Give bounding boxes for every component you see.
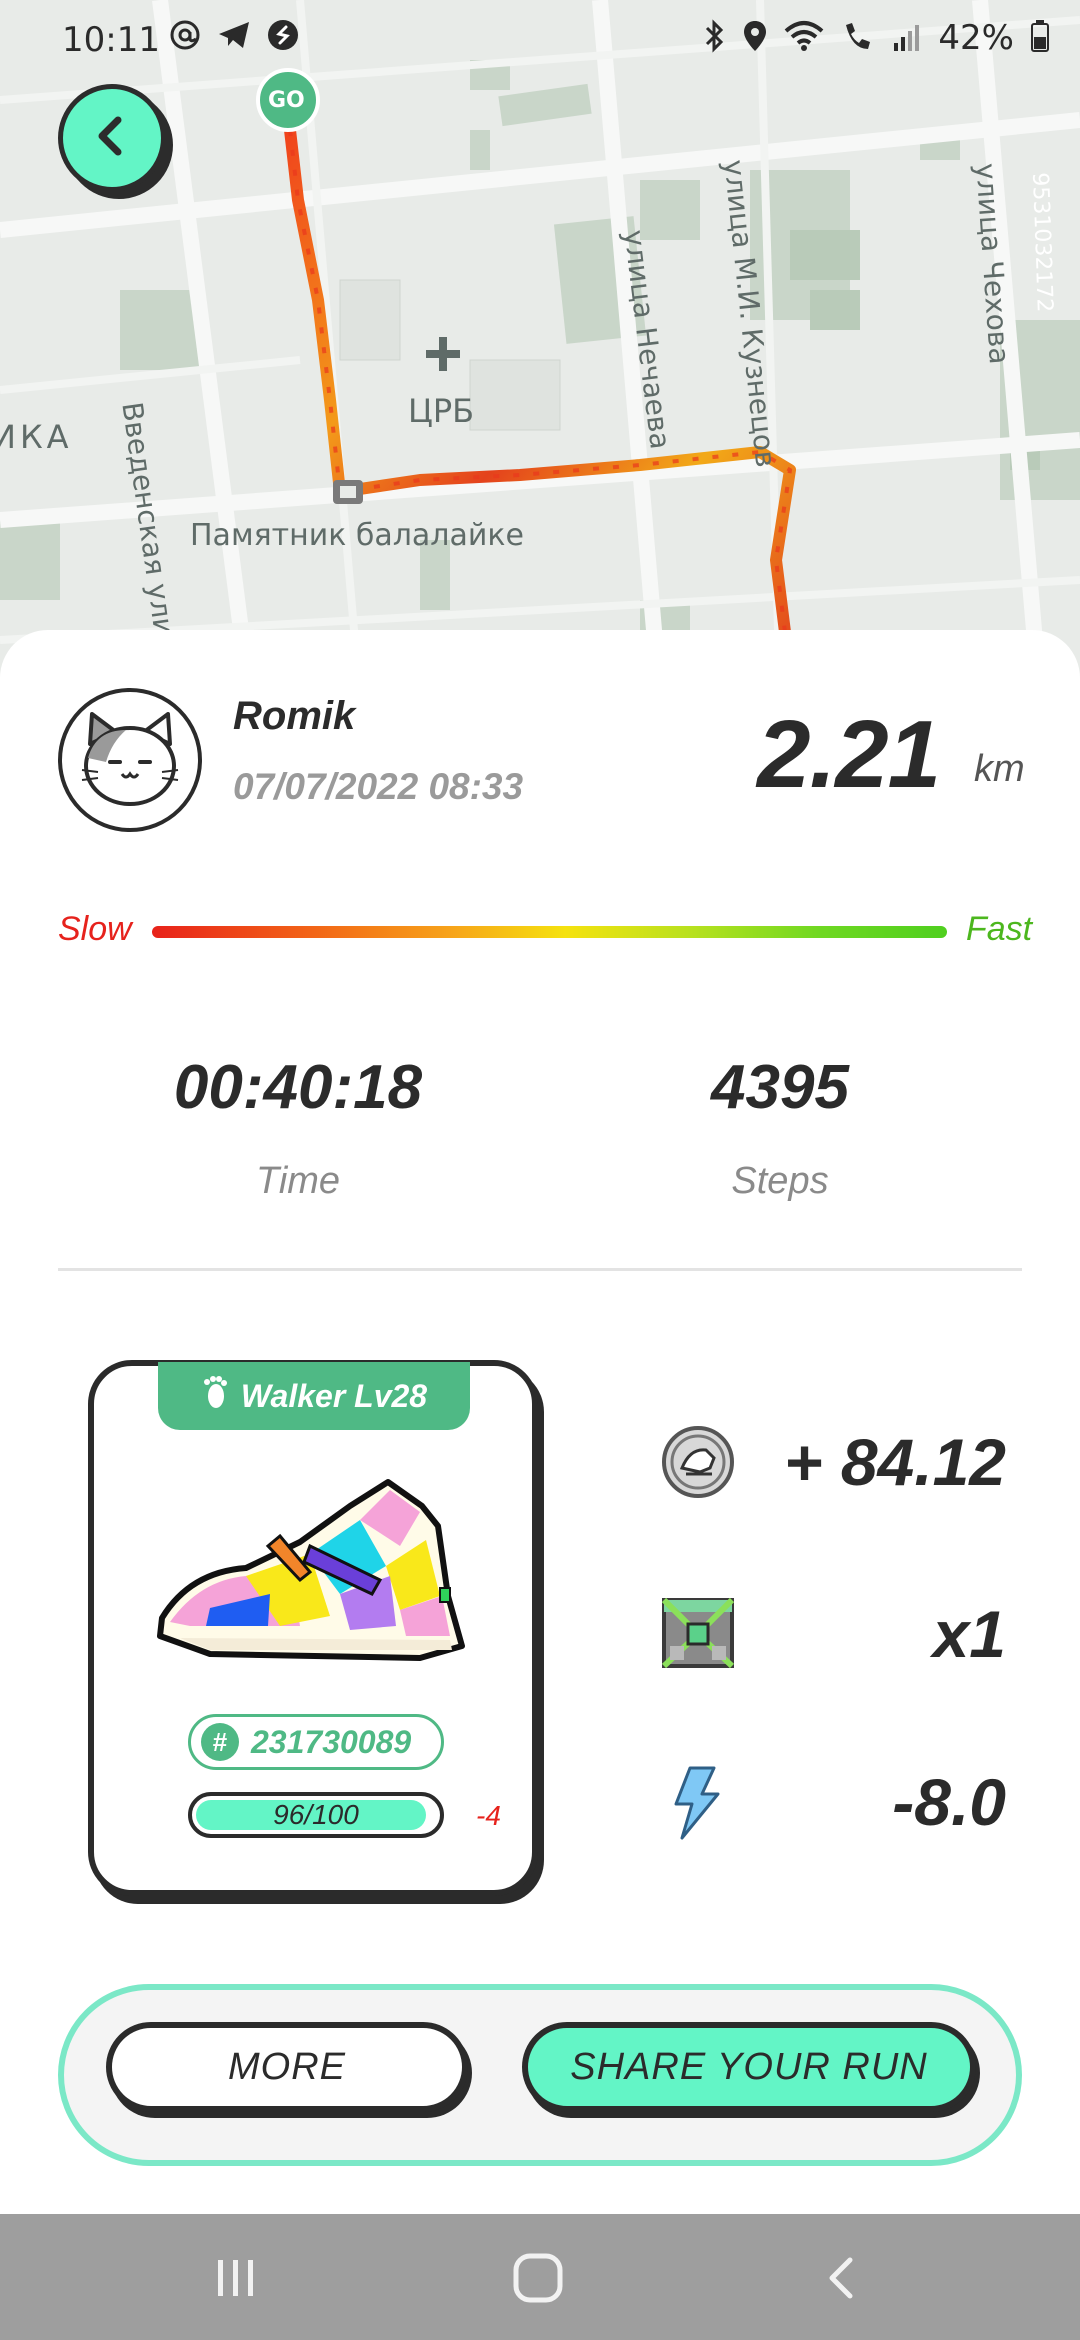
bluetooth-icon: [702, 18, 726, 58]
divider: [58, 1268, 1022, 1271]
go-marker-label: GO: [268, 88, 305, 113]
durability-text: 96/100: [273, 1799, 359, 1830]
avatar[interactable]: [58, 688, 202, 832]
speed-gradient-bar: [152, 926, 947, 938]
distance-unit: km: [974, 748, 1025, 790]
gst-earned-value: + 84.12: [783, 1425, 1006, 1499]
shazam-icon: [266, 18, 300, 57]
cat-avatar-icon: [81, 712, 179, 806]
durability-delta: -4: [476, 1800, 501, 1831]
map-label-monument: Памятник балалайке: [190, 518, 524, 553]
distance-value: 2.21: [757, 701, 941, 808]
action-container: MORE SHARE YOUR RUN: [58, 1984, 1022, 2166]
more-button[interactable]: MORE: [106, 2022, 468, 2112]
hash-icon: #: [201, 1723, 239, 1761]
recent-apps-button[interactable]: [206, 2248, 266, 2308]
steps-label: Steps: [731, 1160, 829, 1202]
speed-legend-fast: Fast: [966, 910, 1033, 948]
footprint-icon: [201, 1374, 229, 1418]
sneaker-card[interactable]: Walker Lv28 # 231730089 96/100 -4: [88, 1360, 538, 1896]
sneaker-image: [157, 1479, 465, 1661]
chevron-left-icon: [90, 114, 134, 163]
map-label-phone-number: 9531032172: [1027, 172, 1057, 313]
share-run-button[interactable]: SHARE YOUR RUN: [522, 2022, 976, 2112]
sneaker-id-pill: # 231730089: [188, 1714, 444, 1770]
user-name: Romik: [233, 694, 356, 738]
map-label-cut: ИКА: [0, 418, 73, 456]
at-icon: [168, 18, 202, 57]
sneaker-level-tab: Walker Lv28: [158, 1362, 470, 1430]
durability-bar: 96/100: [188, 1792, 444, 1838]
time-value: 00:40:18: [173, 1053, 423, 1122]
steps-value: 4395: [711, 1053, 849, 1122]
telegram-icon: [216, 18, 252, 57]
run-summary-card: Romik 07/07/2022 08:33 2.21 km Slow Fast…: [0, 630, 1080, 2214]
mystery-box-count: x1: [932, 1597, 1006, 1671]
energy-spent-value: -8.0: [892, 1765, 1006, 1839]
back-button[interactable]: [58, 84, 166, 192]
battery-icon: [1030, 19, 1050, 58]
gst-coin-icon: [660, 1424, 736, 1500]
signal-icon: [892, 19, 922, 58]
back-arrow-icon: [829, 2257, 853, 2299]
recent-apps-icon: [218, 2260, 253, 2296]
time-label: Time: [255, 1160, 341, 1202]
speed-legend-slow: Slow: [58, 910, 132, 948]
nav-back-button[interactable]: [812, 2248, 872, 2308]
home-icon: [513, 2253, 563, 2303]
wifi-icon: [784, 19, 824, 58]
sneaker-id: 231730089: [251, 1723, 412, 1760]
map-label-hospital: ЦРБ: [408, 392, 475, 430]
battery-percent: 42%: [938, 18, 1014, 58]
status-bar: 10:11 42%: [0, 0, 1080, 84]
location-icon: [742, 19, 768, 58]
run-date: 07/07/2022 08:33: [233, 766, 524, 807]
volte-call-icon: [840, 19, 876, 58]
mystery-box-icon: [660, 1594, 736, 1670]
system-nav-bar: [0, 2214, 1080, 2340]
route-map[interactable]: GO ЦРБ Памятник балалайке ИКА Введенская…: [0, 0, 1080, 700]
status-time: 10:11: [62, 20, 160, 60]
home-button[interactable]: [508, 2248, 568, 2308]
energy-bolt-icon: [660, 1764, 736, 1840]
sneaker-level-label: Walker Lv28: [240, 1377, 428, 1414]
